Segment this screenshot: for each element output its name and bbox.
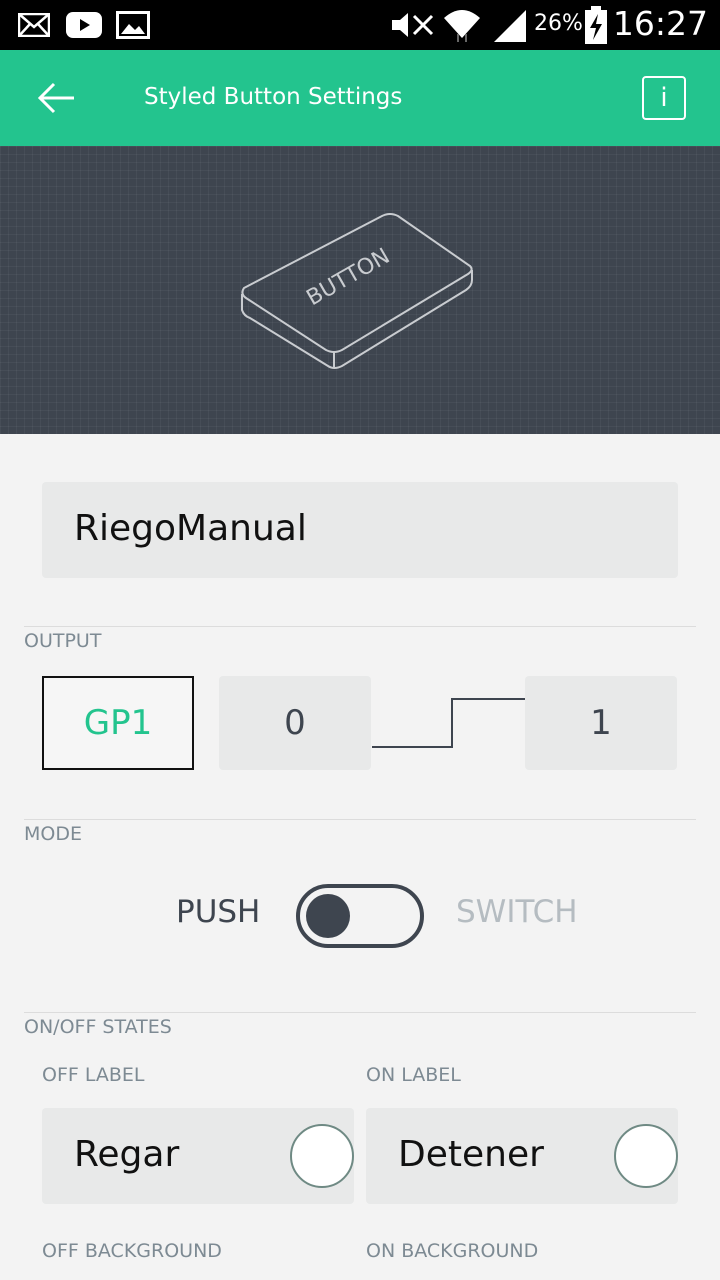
states-section-label: ON/OFF STATES [24, 1016, 172, 1038]
wifi-icon [444, 10, 480, 42]
battery-percent: 26% [534, 11, 583, 36]
off-color-picker[interactable] [290, 1124, 354, 1188]
step-wave-icon [372, 698, 526, 748]
push-mode-label[interactable]: PUSH [176, 894, 260, 930]
info-button[interactable]: i [642, 76, 686, 120]
button-illustration-label: BUTTON [303, 244, 395, 311]
status-bar: 26% 16:27 [0, 0, 720, 50]
youtube-icon [66, 12, 102, 38]
divider [24, 626, 696, 627]
app-bar: Styled Button Settings i [0, 50, 720, 146]
off-label-value: Regar [74, 1134, 180, 1175]
high-value-field[interactable]: 1 [525, 676, 677, 770]
pin-selector[interactable]: GP1 [42, 676, 194, 770]
mode-toggle[interactable] [296, 884, 424, 948]
image-icon [116, 11, 150, 39]
toggle-knob [306, 894, 350, 938]
button-illustration: BUTTON [241, 213, 473, 369]
widget-name-field[interactable]: RiegoManual [42, 482, 678, 578]
clock: 16:27 [612, 4, 708, 43]
on-label-title: ON LABEL [366, 1064, 461, 1086]
divider [24, 819, 696, 820]
back-arrow-icon[interactable] [36, 80, 76, 116]
on-color-picker[interactable] [614, 1124, 678, 1188]
on-background-title: ON BACKGROUND [366, 1240, 539, 1262]
off-label-title: OFF LABEL [42, 1064, 145, 1086]
widget-name-value: RiegoManual [74, 508, 307, 549]
output-section-label: OUTPUT [24, 630, 102, 652]
mode-section-label: MODE [24, 823, 82, 845]
widget-preview: BUTTON [0, 146, 720, 434]
battery-charging-icon [585, 6, 607, 44]
page-title: Styled Button Settings [144, 84, 403, 110]
mute-icon [392, 13, 434, 37]
on-label-value: Detener [398, 1134, 544, 1175]
mail-icon [18, 13, 50, 37]
low-value-field[interactable]: 0 [219, 676, 371, 770]
switch-mode-label[interactable]: SWITCH [456, 894, 578, 930]
divider [24, 1012, 696, 1013]
off-background-title: OFF BACKGROUND [42, 1240, 222, 1262]
signal-icon [494, 10, 526, 42]
on-label-field[interactable]: Detener [366, 1108, 678, 1204]
off-label-field[interactable]: Regar [42, 1108, 354, 1204]
